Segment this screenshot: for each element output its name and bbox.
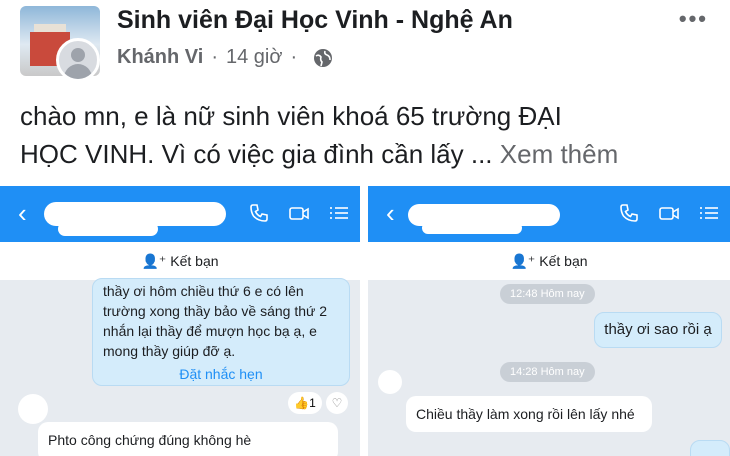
add-friend-label: Kết bạn bbox=[539, 253, 588, 269]
message-bubble-received[interactable]: Phto công chứng đúng không hè bbox=[38, 422, 338, 456]
message-bubble-received[interactable]: Chiều thầy làm xong rồi lên lấy nhé bbox=[406, 396, 652, 432]
add-friend-bar[interactable]: 👤⁺ Kết bạn bbox=[368, 242, 730, 280]
see-more-link[interactable]: Xem thêm bbox=[500, 139, 619, 169]
timestamp-pill: 14:28 Hôm nay bbox=[500, 362, 595, 382]
menu-list-icon[interactable] bbox=[698, 202, 720, 224]
post-time[interactable]: 14 giờ bbox=[226, 46, 282, 69]
chat-header: ‹ bbox=[0, 186, 360, 242]
chat-screenshot-left: ‹ 👤⁺ Kết bạn thầy ơi hôm chiều thứ 6 e có… bbox=[0, 186, 360, 456]
post-text-line: HỌC VINH. Vì có việc gia đình cần lấy ..… bbox=[20, 139, 493, 169]
chat-screenshot-right: ‹ 👤⁺ Kết bạn 12:48 Hôm nay thầy ơi sao rồ… bbox=[368, 186, 730, 456]
thumbs-up-icon: 👍 bbox=[294, 396, 310, 410]
chat-header: ‹ bbox=[368, 186, 730, 242]
heart-reaction-button[interactable]: ♡ bbox=[326, 392, 348, 414]
message-line: trường xong thầy bảo về sáng thứ 2 bbox=[103, 303, 328, 319]
heart-icon: ♡ bbox=[331, 396, 343, 410]
back-icon[interactable]: ‹ bbox=[18, 198, 27, 229]
message-line: thầy ơi hôm chiều thứ 6 e có lên bbox=[103, 283, 304, 299]
user-avatar[interactable] bbox=[56, 38, 100, 82]
redacted-name bbox=[58, 222, 158, 236]
pane-divider bbox=[360, 186, 368, 456]
globe-icon bbox=[314, 48, 333, 67]
separator-dot: · bbox=[211, 46, 218, 68]
set-reminder-link[interactable]: Đặt nhắc hẹn bbox=[92, 366, 350, 382]
post-text: chào mn, e là nữ sinh viên khoá 65 trườn… bbox=[20, 97, 720, 173]
post-text-line: chào mn, e là nữ sinh viên khoá 65 trườn… bbox=[20, 101, 562, 131]
phone-icon[interactable] bbox=[248, 202, 270, 224]
message-line: nhắn lại thầy để mượn học bạ ạ, e bbox=[103, 323, 317, 339]
message-bubble-sent[interactable]: thầy ơi sao rồi ạ bbox=[594, 312, 722, 348]
add-friend-icon: 👤⁺ bbox=[141, 253, 167, 269]
timestamp-pill: 12:48 Hôm nay bbox=[500, 284, 595, 304]
add-friend-bar[interactable]: 👤⁺ Kết bạn bbox=[0, 242, 360, 280]
add-friend-icon: 👤⁺ bbox=[510, 253, 536, 269]
menu-list-icon[interactable] bbox=[328, 202, 350, 224]
message-bubble-sent-partial[interactable] bbox=[690, 440, 730, 456]
contact-avatar-redacted bbox=[378, 370, 402, 394]
header-actions bbox=[248, 202, 350, 224]
header-actions bbox=[618, 202, 720, 224]
contact-avatar-redacted bbox=[18, 394, 48, 424]
redacted-name bbox=[422, 222, 522, 234]
message-text: Phto công chứng đúng không hè bbox=[48, 432, 252, 448]
group-name[interactable]: Sinh viên Đại Học Vinh - Nghệ An bbox=[117, 6, 513, 35]
video-call-icon[interactable] bbox=[288, 202, 310, 224]
message-text: Chiều thầy làm xong rồi lên lấy nhé bbox=[416, 406, 635, 422]
video-call-icon[interactable] bbox=[658, 202, 680, 224]
post-meta: Khánh Vi · 14 giờ · bbox=[117, 46, 333, 69]
more-icon[interactable]: ••• bbox=[679, 6, 708, 32]
separator-dot: · bbox=[290, 46, 298, 68]
reaction-count: 1 bbox=[309, 396, 316, 410]
author-name[interactable]: Khánh Vi bbox=[117, 46, 203, 69]
back-icon[interactable]: ‹ bbox=[386, 198, 395, 229]
add-friend-label: Kết bạn bbox=[170, 253, 219, 269]
phone-icon[interactable] bbox=[618, 202, 640, 224]
reaction-badge[interactable]: 👍 1 bbox=[288, 392, 322, 414]
message-text: thầy ơi sao rồi ạ bbox=[604, 321, 712, 338]
post-text-line: HỌC VINH. Vì có việc gia đình cần lấy ..… bbox=[20, 135, 720, 173]
message-line: mong thầy giúp đỡ ạ. bbox=[103, 343, 236, 359]
